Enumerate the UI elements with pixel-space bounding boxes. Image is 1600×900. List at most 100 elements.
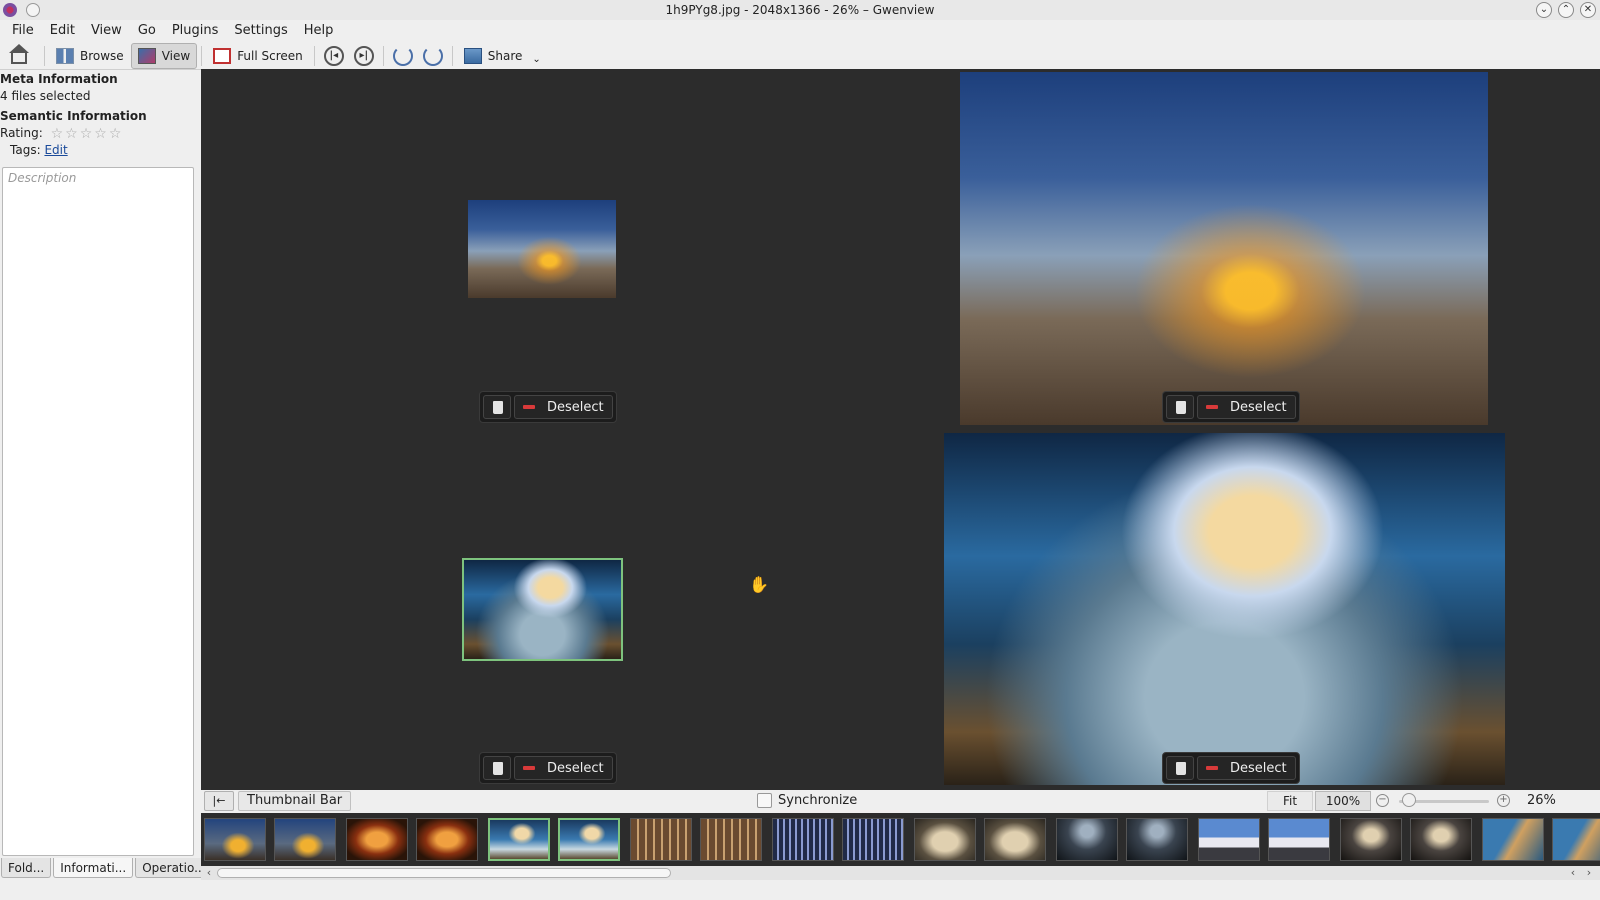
- zoom-in-icon[interactable]: +: [1497, 794, 1510, 807]
- rotate-right-icon[interactable]: [422, 45, 443, 66]
- thumbnail-bar-toggle[interactable]: Thumbnail Bar: [238, 791, 352, 811]
- description-field[interactable]: Description: [2, 167, 194, 856]
- tab-information[interactable]: Informati...: [53, 858, 134, 878]
- share-button[interactable]: Share ⌄: [457, 43, 548, 69]
- star-icon[interactable]: ☆: [80, 127, 93, 141]
- deselect-button[interactable]: Deselect: [514, 395, 613, 419]
- image-view-city-2[interactable]: [960, 72, 1488, 425]
- home-button[interactable]: [4, 43, 40, 69]
- menu-help[interactable]: Help: [296, 20, 342, 42]
- previous-image-icon[interactable]: |◂: [323, 45, 344, 66]
- thumbnail-item[interactable]: [1552, 818, 1600, 861]
- trash-icon[interactable]: [483, 395, 511, 419]
- star-icon[interactable]: ☆: [109, 127, 122, 141]
- maximize-icon[interactable]: ⌃: [1558, 2, 1574, 18]
- trash-icon[interactable]: [1166, 756, 1194, 780]
- menu-settings[interactable]: Settings: [226, 20, 295, 42]
- chevron-down-icon[interactable]: ⌄: [532, 54, 540, 65]
- image-compare-viewer[interactable]: Deselect Deselect Deselect Deselect ✋: [201, 69, 1600, 790]
- home-icon: [9, 44, 29, 64]
- scroll-right-icon[interactable]: ›: [1583, 866, 1595, 880]
- tags-label: Tags:: [10, 143, 41, 157]
- thumbnail-scrollbar[interactable]: ‹ ‹ ›: [201, 866, 1600, 880]
- menu-file[interactable]: File: [4, 20, 42, 42]
- thumbnail-item[interactable]: [274, 818, 336, 861]
- thumbnail-item[interactable]: [1410, 818, 1472, 861]
- rotate-left-icon[interactable]: [392, 45, 413, 66]
- scroll-left-icon[interactable]: ‹: [1567, 866, 1579, 880]
- thumbnail-item[interactable]: [204, 818, 266, 861]
- window-title: 1h9PYg8.jpg - 2048x1366 - 26% – Gwenview: [665, 3, 935, 17]
- minus-icon: [523, 766, 535, 770]
- image-toolbar: Deselect: [479, 391, 617, 423]
- deselect-button[interactable]: Deselect: [514, 756, 613, 780]
- zoom-level: 26%: [1527, 793, 1556, 808]
- close-icon[interactable]: ✕: [1580, 2, 1596, 18]
- fullscreen-button[interactable]: Full Screen: [206, 43, 310, 69]
- menu-go[interactable]: Go: [130, 20, 164, 42]
- synchronize-label: Synchronize: [778, 793, 858, 808]
- scroll-left-icon[interactable]: ‹: [203, 866, 215, 880]
- star-icon[interactable]: ☆: [65, 127, 78, 141]
- thumbnail-item[interactable]: [558, 818, 620, 861]
- star-icon[interactable]: ☆: [94, 127, 107, 141]
- gwenview-app-icon[interactable]: [3, 3, 17, 17]
- trash-icon[interactable]: [483, 756, 511, 780]
- thumbnail-item[interactable]: [416, 818, 478, 861]
- deselect-button[interactable]: Deselect: [1197, 395, 1296, 419]
- star-icon[interactable]: ☆: [51, 127, 64, 141]
- image-toolbar: Deselect: [1162, 391, 1300, 423]
- view-button[interactable]: View: [130, 42, 198, 69]
- sidebar-toggle-button[interactable]: |←: [204, 791, 234, 811]
- thumbnail-item[interactable]: [346, 818, 408, 861]
- thumbnail-item[interactable]: [1126, 818, 1188, 861]
- view-icon: [137, 47, 156, 64]
- thumbnail-item[interactable]: [700, 818, 762, 861]
- minimize-icon[interactable]: ⌄: [1536, 2, 1552, 18]
- thumbnail-strip[interactable]: [201, 813, 1600, 866]
- thumbnail-item[interactable]: [914, 818, 976, 861]
- image-toolbar: Deselect: [1162, 752, 1300, 784]
- thumbnail-item[interactable]: [630, 818, 692, 861]
- zoom-fit-button[interactable]: Fit: [1267, 791, 1313, 811]
- thumbnail-item[interactable]: [1268, 818, 1330, 861]
- next-image-icon[interactable]: ▸|: [353, 45, 374, 66]
- scrollbar-handle[interactable]: [217, 868, 671, 878]
- deselect-label: Deselect: [547, 399, 604, 415]
- tags-row: Tags: Edit: [0, 142, 197, 159]
- deselect-label: Deselect: [1230, 760, 1287, 776]
- tab-folders[interactable]: Fold...: [1, 858, 52, 878]
- deselect-button[interactable]: Deselect: [1197, 756, 1296, 780]
- meta-information-heading: Meta Information: [0, 72, 118, 86]
- image-view-ice-2[interactable]: [944, 433, 1505, 785]
- browse-icon: [56, 47, 74, 64]
- browse-label: Browse: [80, 48, 124, 63]
- thumbnail-item[interactable]: [772, 818, 834, 861]
- menu-edit[interactable]: Edit: [42, 20, 83, 42]
- fullscreen-icon: [213, 47, 232, 64]
- thumbnail-item[interactable]: [488, 818, 550, 861]
- thumbnail-item[interactable]: [1056, 818, 1118, 861]
- status-strip: [0, 880, 1600, 900]
- trash-icon[interactable]: [1166, 395, 1194, 419]
- tags-edit-link[interactable]: Edit: [44, 143, 67, 157]
- thumbnail-item[interactable]: [1198, 818, 1260, 861]
- image-view-city-1[interactable]: [468, 200, 616, 298]
- share-label: Share: [487, 48, 523, 63]
- rating-stars[interactable]: ☆ ☆ ☆ ☆ ☆: [51, 127, 122, 141]
- thumbnail-item[interactable]: [984, 818, 1046, 861]
- sidebar-tabs: Fold... Informati... Operatio...: [0, 858, 213, 880]
- pin-icon[interactable]: [26, 3, 40, 17]
- zoom-100-button[interactable]: 100%: [1315, 791, 1371, 811]
- browse-button[interactable]: Browse: [49, 43, 131, 69]
- thumbnail-item[interactable]: [842, 818, 904, 861]
- zoom-slider-handle[interactable]: [1402, 793, 1416, 807]
- synchronize-checkbox[interactable]: [757, 793, 772, 808]
- hand-cursor-icon: ✋: [749, 575, 769, 594]
- zoom-out-icon[interactable]: −: [1376, 794, 1389, 807]
- image-view-ice-1[interactable]: [462, 558, 623, 661]
- thumbnail-item[interactable]: [1482, 818, 1544, 861]
- thumbnail-item[interactable]: [1340, 818, 1402, 861]
- menu-plugins[interactable]: Plugins: [164, 20, 227, 42]
- menu-view[interactable]: View: [83, 20, 130, 42]
